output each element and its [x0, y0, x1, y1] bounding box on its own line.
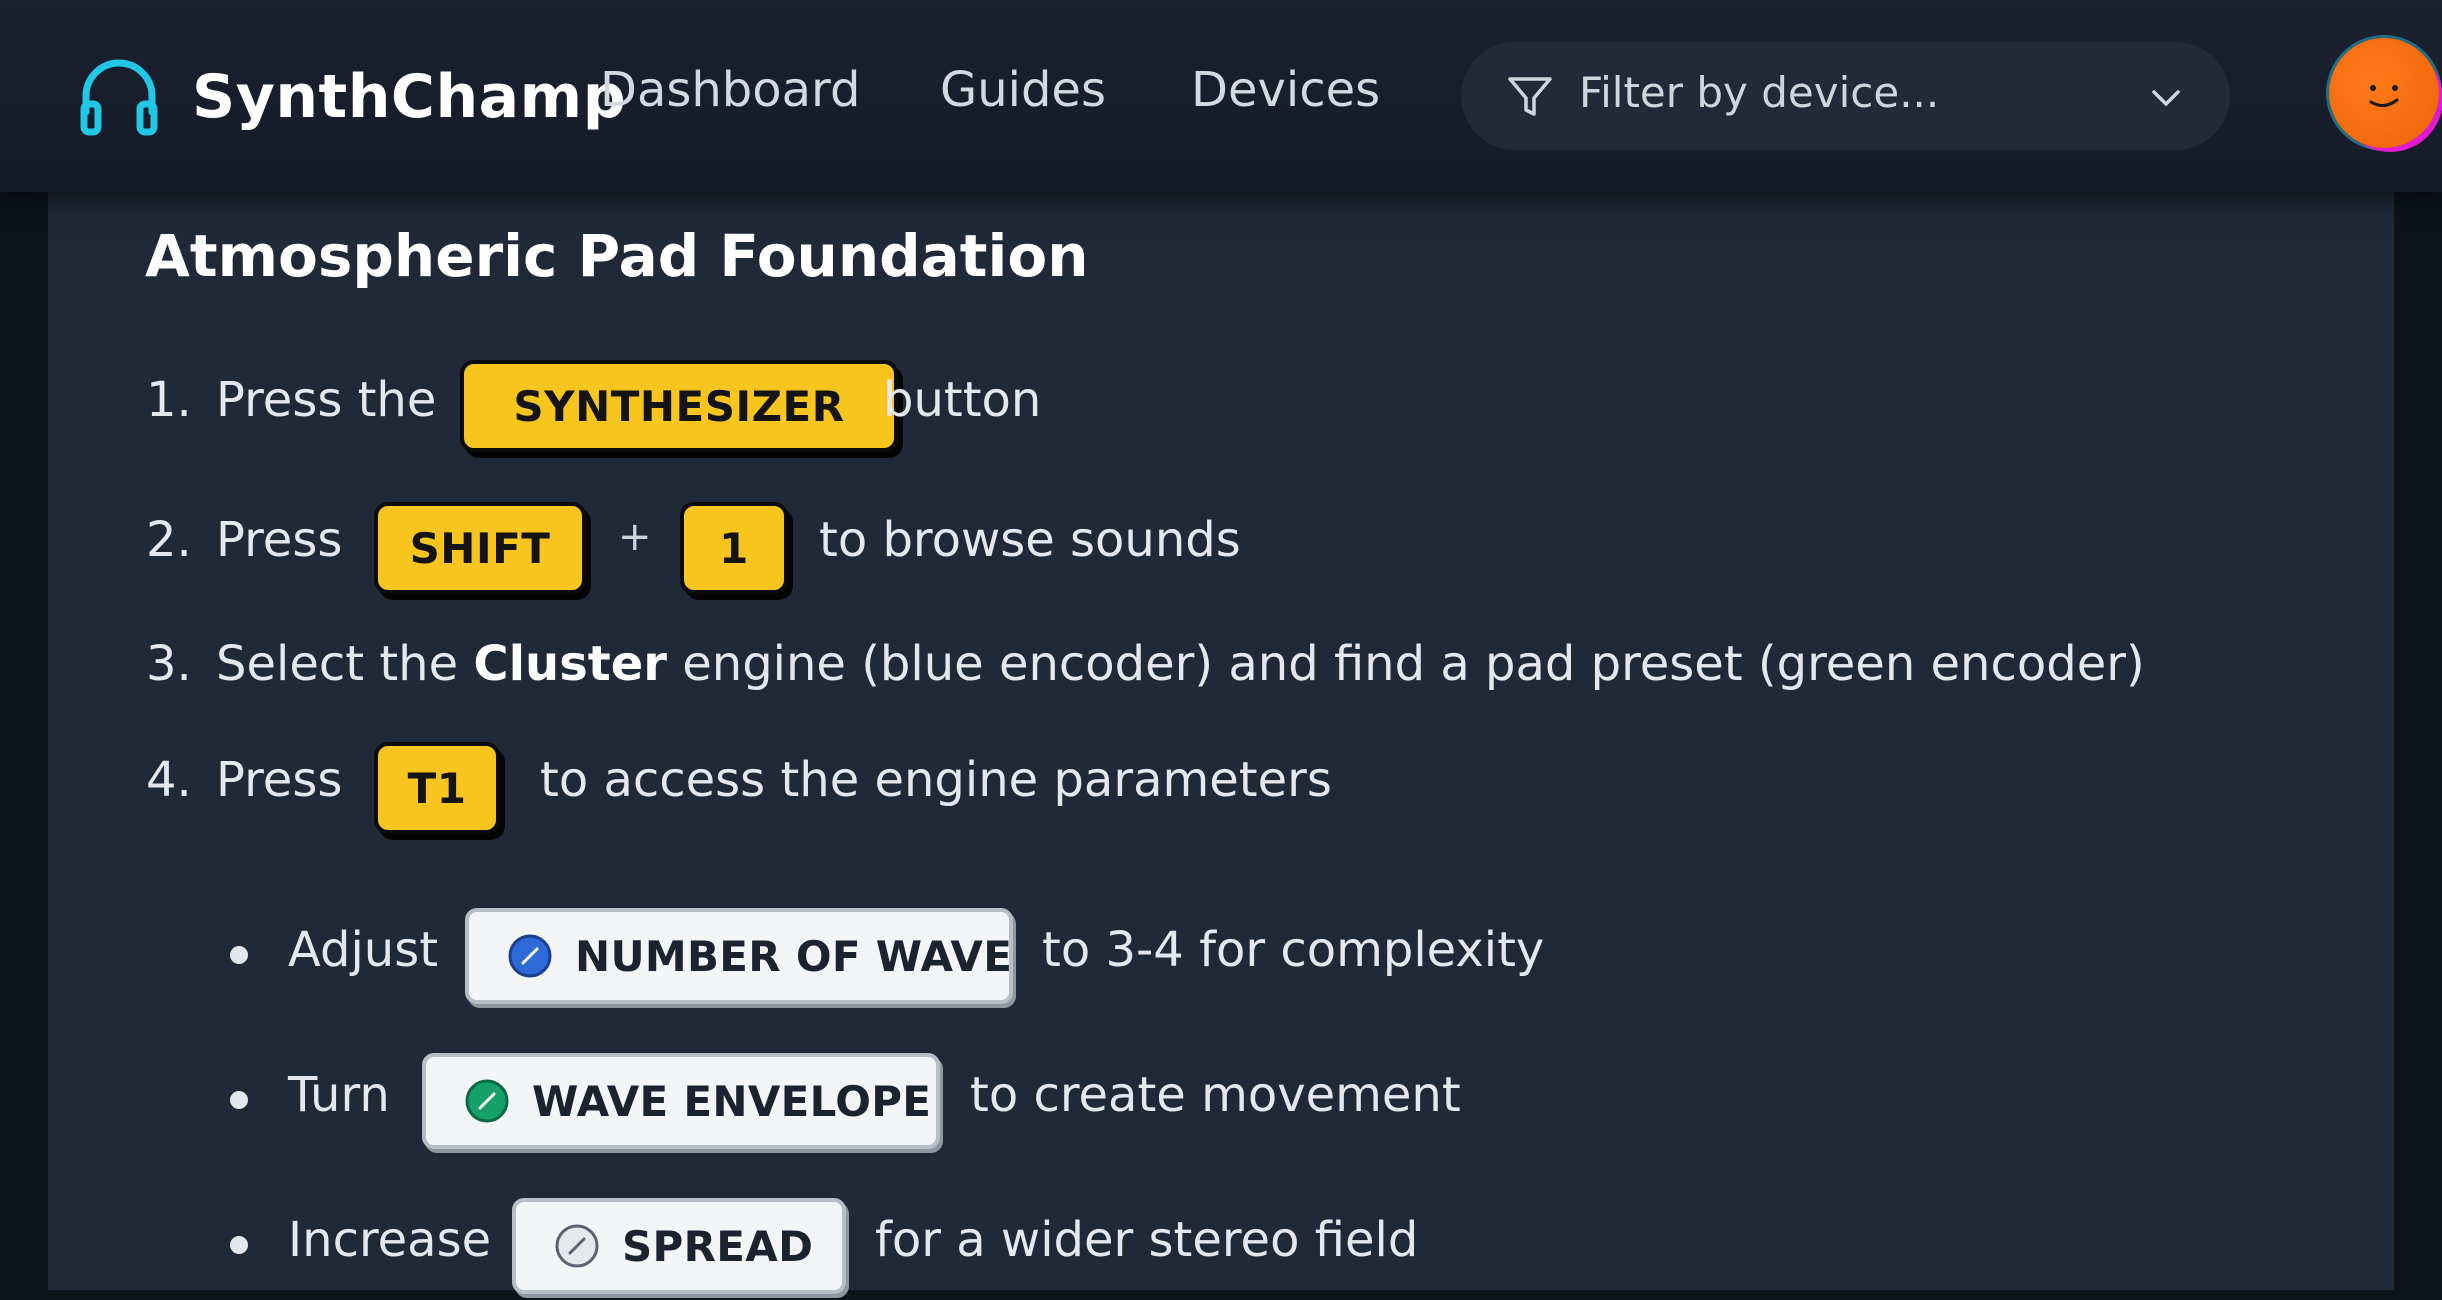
- key-shift[interactable]: SHIFT: [374, 502, 586, 594]
- bullet: [230, 1236, 248, 1254]
- step-text: Press the: [216, 372, 437, 428]
- nav-dashboard[interactable]: Dashboard: [600, 62, 860, 118]
- encoder-wave-envelope[interactable]: WAVE ENVELOPE: [422, 1053, 940, 1149]
- encoder-label: WAVE ENVELOPE: [532, 1076, 932, 1126]
- step-number: 2.: [146, 512, 192, 568]
- step-number: 1.: [146, 372, 192, 428]
- encoder-label: NUMBER OF WAVE: [575, 931, 1013, 981]
- step-text-after: engine (blue encoder) and find a pad pre…: [682, 636, 2145, 692]
- bullet: [230, 946, 248, 964]
- step-text: to browse sounds: [819, 512, 1241, 568]
- substep-text: Increase: [288, 1212, 492, 1268]
- brand-name: SynthChamp: [192, 62, 627, 132]
- substep-text: to create movement: [970, 1067, 1461, 1123]
- encoder-spread[interactable]: SPREAD: [512, 1198, 846, 1294]
- top-nav-bar: SynthChamp Dashboard Guides Devices Filt…: [0, 0, 2442, 192]
- substep-text: Adjust: [288, 922, 439, 978]
- user-avatar[interactable]: [2329, 38, 2439, 148]
- encoder-number-of-wave[interactable]: NUMBER OF WAVE: [465, 908, 1013, 1004]
- chevron-down-icon: [2152, 90, 2180, 106]
- brand-logo[interactable]: SynthChamp: [76, 52, 626, 142]
- encoder-label: SPREAD: [622, 1221, 814, 1271]
- step-text: Press: [216, 752, 343, 808]
- substep-text: Turn: [288, 1067, 390, 1123]
- key-synthesizer[interactable]: SYNTHESIZER: [460, 360, 898, 452]
- grey-encoder-icon: [555, 1224, 599, 1268]
- substep-text: to 3-4 for complexity: [1042, 922, 1545, 978]
- step-number: 4.: [146, 752, 192, 808]
- key-t1[interactable]: T1: [374, 742, 500, 834]
- step-text: Press: [216, 512, 343, 568]
- blue-encoder-icon: [508, 934, 552, 978]
- smiley-face-icon: [2369, 85, 2399, 107]
- headphones-icon: [80, 59, 158, 136]
- engine-name: Cluster: [473, 636, 667, 692]
- substep-text: for a wider stereo field: [875, 1212, 1419, 1268]
- guide-card: Atmospheric Pad Foundation 1. Press the …: [48, 150, 2394, 1294]
- step-text: button: [883, 372, 1042, 428]
- bullet: [230, 1091, 248, 1109]
- device-filter-placeholder: Filter by device...: [1579, 68, 1940, 117]
- step-number: 3.: [146, 636, 192, 692]
- step-text: to access the engine parameters: [540, 752, 1332, 808]
- nav-guides[interactable]: Guides: [940, 62, 1106, 118]
- device-filter-select[interactable]: Filter by device...: [1461, 42, 2230, 150]
- step-text: Select the Cluster engine (blue encoder)…: [216, 636, 2145, 692]
- guide-title: Atmospheric Pad Foundation: [145, 222, 1089, 290]
- key-1[interactable]: 1: [680, 502, 788, 594]
- green-encoder-icon: [465, 1079, 509, 1123]
- filter-funnel-icon: [1508, 77, 1552, 116]
- step-text-before: Select the: [216, 636, 459, 692]
- key-combo-plus: +: [618, 514, 652, 560]
- nav-devices[interactable]: Devices: [1191, 62, 1380, 118]
